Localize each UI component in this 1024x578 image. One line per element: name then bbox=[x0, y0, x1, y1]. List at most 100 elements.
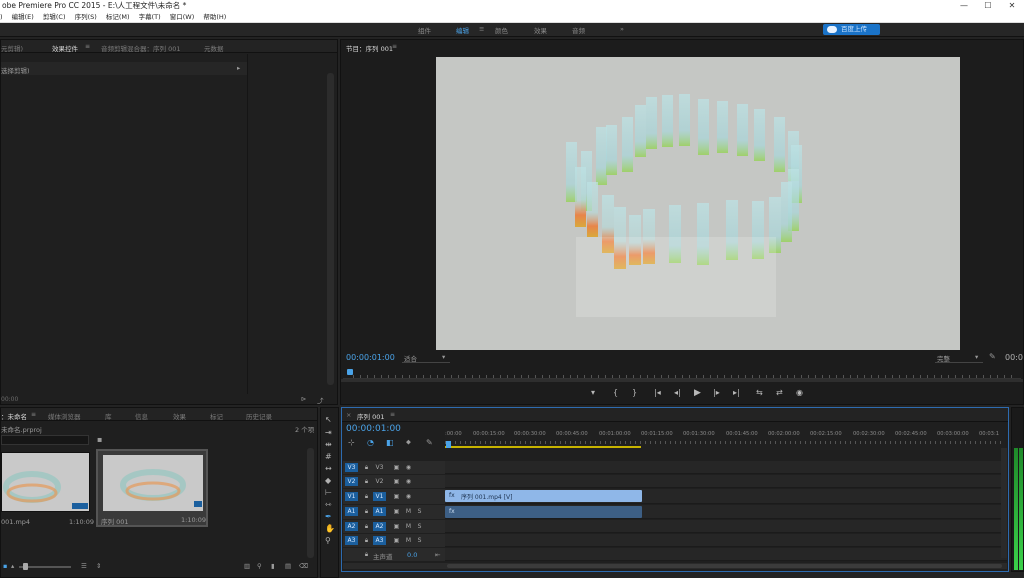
lock-icon[interactable]: 🔒︎ bbox=[360, 522, 373, 531]
track-target-a2[interactable]: A2 bbox=[373, 522, 386, 531]
step-back-button[interactable]: ◂| bbox=[674, 388, 681, 397]
program-menu-icon[interactable]: ≡ bbox=[392, 43, 397, 50]
filter-icon[interactable]: ⊳ bbox=[301, 395, 306, 403]
program-title[interactable]: 节目：序列 001 bbox=[346, 43, 393, 53]
source-patch-v1[interactable]: V1 bbox=[345, 492, 358, 501]
track-target-v3[interactable]: V3 bbox=[373, 463, 386, 472]
pen-tool-icon[interactable]: ✒ bbox=[325, 512, 332, 521]
list-view-icon[interactable]: ▪ bbox=[3, 562, 7, 570]
tab-audio-mixer[interactable]: 音频剪辑混合器：序列 001 bbox=[101, 43, 180, 53]
tab-markers[interactable]: 标记 bbox=[210, 411, 223, 421]
timeline-scroll-thumb[interactable] bbox=[447, 564, 1002, 568]
tab-media-browser[interactable]: 媒体浏览器 bbox=[48, 411, 81, 421]
lock-icon[interactable]: 🔒︎ bbox=[360, 507, 373, 516]
export-frame-button[interactable]: ◉ bbox=[796, 388, 803, 397]
tab-metadata[interactable]: 元数据 bbox=[204, 43, 224, 53]
razor-tool-icon[interactable]: ◆ bbox=[325, 476, 331, 485]
master-volume[interactable]: 0.0 bbox=[407, 551, 417, 559]
find-icon[interactable]: ⚲ bbox=[257, 562, 262, 570]
go-to-end-icon[interactable]: ⇤ bbox=[435, 551, 440, 559]
source-patch-a3[interactable]: A3 bbox=[345, 536, 358, 545]
marker-button[interactable]: ▾ bbox=[591, 388, 595, 397]
menu-file[interactable]: ) bbox=[0, 13, 3, 21]
menu-marker[interactable]: 标记(M) bbox=[106, 13, 130, 21]
lift-button[interactable]: ⇆ bbox=[756, 388, 763, 397]
linked-selection-icon[interactable]: ◔ bbox=[367, 438, 374, 447]
source-patch-v2[interactable]: V2 bbox=[345, 477, 358, 486]
panel-menu-icon[interactable]: ≡ bbox=[85, 43, 90, 50]
solo-button[interactable]: S bbox=[413, 507, 426, 516]
track-select-tool-icon[interactable]: ⇥ bbox=[325, 428, 332, 437]
track-master[interactable]: 🔒︎ 主声道 0.0 ⇤ bbox=[343, 548, 1007, 561]
timeline-vertical-scrollbar[interactable] bbox=[1001, 448, 1007, 558]
workspace-color[interactable]: 颜色 bbox=[495, 25, 508, 35]
bin-folder-icon[interactable]: ▪ bbox=[97, 435, 102, 444]
menu-help[interactable]: 帮助(H) bbox=[203, 13, 226, 21]
icon-view-icon[interactable]: ▴ bbox=[11, 562, 14, 570]
minimize-button[interactable]: — bbox=[952, 0, 976, 12]
baidu-upload-button[interactable]: 百度上传 bbox=[823, 24, 880, 35]
menu-edit[interactable]: 编辑(E) bbox=[12, 13, 34, 21]
source-patch-v3[interactable]: V3 bbox=[345, 463, 358, 472]
selection-tool-icon[interactable]: ↖ bbox=[325, 415, 332, 424]
eye-icon[interactable]: ◉ bbox=[402, 463, 415, 472]
track-v1[interactable]: V1 🔒︎ V1 ▣ ◉ fx 序列 001.mp4 [V] bbox=[343, 489, 1007, 504]
step-forward-button[interactable]: |▸ bbox=[713, 388, 720, 397]
menu-sequence[interactable]: 序列(S) bbox=[75, 13, 97, 21]
snap-icon[interactable]: ⊹ bbox=[348, 438, 355, 447]
tab-project[interactable]: ：未命名 bbox=[1, 411, 27, 421]
program-viewer[interactable] bbox=[436, 57, 960, 350]
zoom-bar[interactable] bbox=[341, 379, 1023, 382]
timeline-close-icon[interactable]: × bbox=[346, 411, 351, 419]
track-target-a3[interactable]: A3 bbox=[373, 536, 386, 545]
lock-icon[interactable]: 🔒︎ bbox=[360, 477, 373, 486]
tab-history[interactable]: 历史记录 bbox=[246, 411, 272, 421]
scrollbar[interactable] bbox=[327, 73, 334, 385]
lock-icon[interactable]: 🔒︎ bbox=[360, 550, 373, 559]
workspace-menu-icon[interactable]: ≡ bbox=[479, 25, 484, 33]
tab-libraries[interactable]: 库 bbox=[105, 411, 112, 421]
work-area-bar[interactable] bbox=[445, 446, 641, 448]
lock-icon[interactable]: 🔒︎ bbox=[360, 492, 373, 501]
rolling-edit-tool-icon[interactable]: # bbox=[325, 452, 332, 461]
thumbnail-sequence-001[interactable]: 序列 001 1:10:09 bbox=[96, 449, 208, 527]
mark-in-button[interactable]: { bbox=[613, 388, 618, 397]
eye-icon[interactable]: ◉ bbox=[402, 477, 415, 486]
zoom-tool-icon[interactable]: ⚲ bbox=[325, 536, 331, 545]
source-patch-a1[interactable]: A1 bbox=[345, 507, 358, 516]
export-icon[interactable]: ⤴ bbox=[317, 395, 324, 405]
automate-icon[interactable]: ▥ bbox=[244, 562, 250, 570]
track-target-v1[interactable]: V1 bbox=[373, 492, 386, 501]
audio-clip[interactable]: fx bbox=[445, 506, 642, 518]
search-input[interactable] bbox=[1, 435, 89, 445]
marker-icon[interactable]: ⬥ bbox=[406, 438, 411, 447]
project-menu-icon[interactable]: ≡ bbox=[31, 411, 36, 418]
chevron-down-icon[interactable]: ⇕ bbox=[96, 562, 101, 570]
play-button[interactable]: ▶ bbox=[694, 388, 701, 398]
workspace-assembly[interactable]: 组件 bbox=[418, 25, 431, 35]
zoom-slider-handle[interactable] bbox=[23, 563, 28, 570]
timeline-scrollbar[interactable] bbox=[343, 563, 1007, 569]
rate-stretch-tool-icon[interactable]: ↔ bbox=[325, 464, 332, 473]
track-a3[interactable]: A3 🔒︎ A3 ▣ M S bbox=[343, 534, 1007, 547]
new-bin-icon[interactable]: ▮ bbox=[271, 562, 275, 570]
tab-source[interactable]: 元剪辑) bbox=[1, 43, 23, 53]
eye-icon[interactable]: ◉ bbox=[402, 492, 415, 501]
go-to-out-button[interactable]: ▸| bbox=[733, 388, 740, 397]
fit-dropdown[interactable]: 适合 ▾ bbox=[402, 352, 450, 363]
program-timecode[interactable]: 00:00:01:00 bbox=[346, 353, 395, 362]
source-patch-a2[interactable]: A2 bbox=[345, 522, 358, 531]
workspace-editing[interactable]: 编辑 bbox=[456, 25, 469, 35]
ripple-edit-tool-icon[interactable]: ⇹ bbox=[325, 440, 332, 449]
extract-button[interactable]: ⇄ bbox=[776, 388, 783, 397]
slide-tool-icon[interactable]: ⇿ bbox=[325, 500, 332, 509]
timeline-settings-icon[interactable]: ✎ bbox=[426, 438, 433, 447]
track-v2[interactable]: V2 🔒︎ V2 ▣ ◉ bbox=[343, 475, 1007, 488]
menu-window[interactable]: 窗口(W) bbox=[170, 13, 195, 21]
track-a2[interactable]: A2 🔒︎ A2 ▣ M S bbox=[343, 520, 1007, 533]
timeline-playhead[interactable] bbox=[446, 441, 451, 448]
track-v3[interactable]: V3 🔒︎ V3 ▣ ◉ bbox=[343, 461, 1007, 474]
thumbnail-001-mp4[interactable] bbox=[1, 452, 90, 512]
expand-arrow-icon[interactable]: ▸ bbox=[237, 64, 240, 72]
add-marker-icon[interactable]: ◧ bbox=[386, 438, 394, 447]
